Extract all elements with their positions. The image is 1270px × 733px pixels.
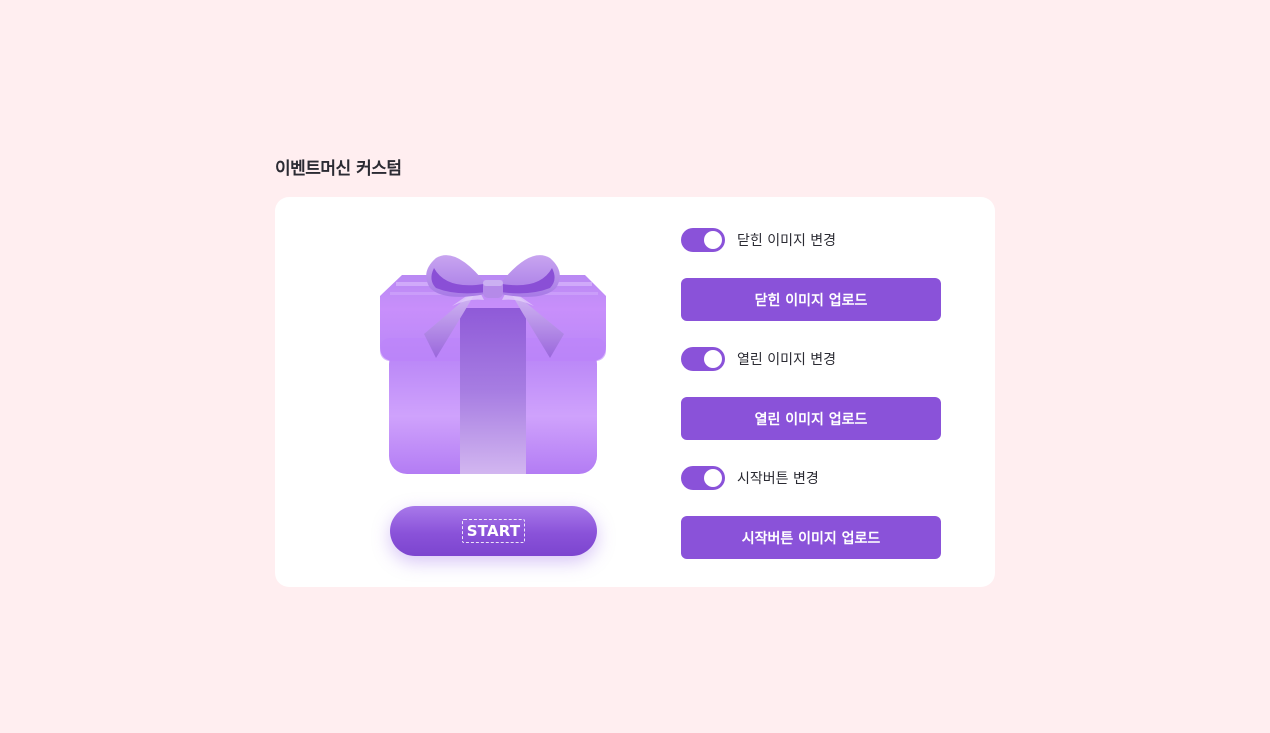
open-image-upload-button[interactable]: 열린 이미지 업로드 bbox=[681, 397, 941, 440]
closed-image-upload-button[interactable]: 닫힌 이미지 업로드 bbox=[681, 278, 941, 321]
open-image-toggle[interactable] bbox=[681, 347, 725, 371]
start-button-upload-button[interactable]: 시작버튼 이미지 업로드 bbox=[681, 516, 941, 559]
closed-image-toggle-label: 닫힌 이미지 변경 bbox=[737, 233, 837, 249]
toggle-knob bbox=[704, 231, 722, 249]
open-image-toggle-row: 열린 이미지 변경 bbox=[681, 347, 941, 371]
start-button-toggle-row: 시작버튼 변경 bbox=[681, 466, 941, 490]
settings-panel: 닫힌 이미지 변경 닫힌 이미지 업로드 열린 이미지 변경 열린 이미지 업로… bbox=[681, 228, 941, 559]
toggle-knob bbox=[704, 469, 722, 487]
start-button-toggle[interactable] bbox=[681, 466, 725, 490]
custom-card: START 닫힌 이미지 변경 닫힌 이미지 업로드 열린 이미지 변경 열린 … bbox=[275, 197, 995, 587]
open-image-toggle-label: 열린 이미지 변경 bbox=[737, 352, 837, 368]
start-button-label: START bbox=[461, 519, 526, 543]
toggle-knob bbox=[704, 350, 722, 368]
closed-image-toggle-row: 닫힌 이미지 변경 bbox=[681, 228, 941, 252]
gift-box-image bbox=[380, 255, 606, 474]
start-button[interactable]: START bbox=[390, 506, 597, 556]
start-button-toggle-label: 시작버튼 변경 bbox=[737, 471, 819, 487]
page-title: 이벤트머신 커스텀 bbox=[275, 159, 402, 179]
closed-image-toggle[interactable] bbox=[681, 228, 725, 252]
